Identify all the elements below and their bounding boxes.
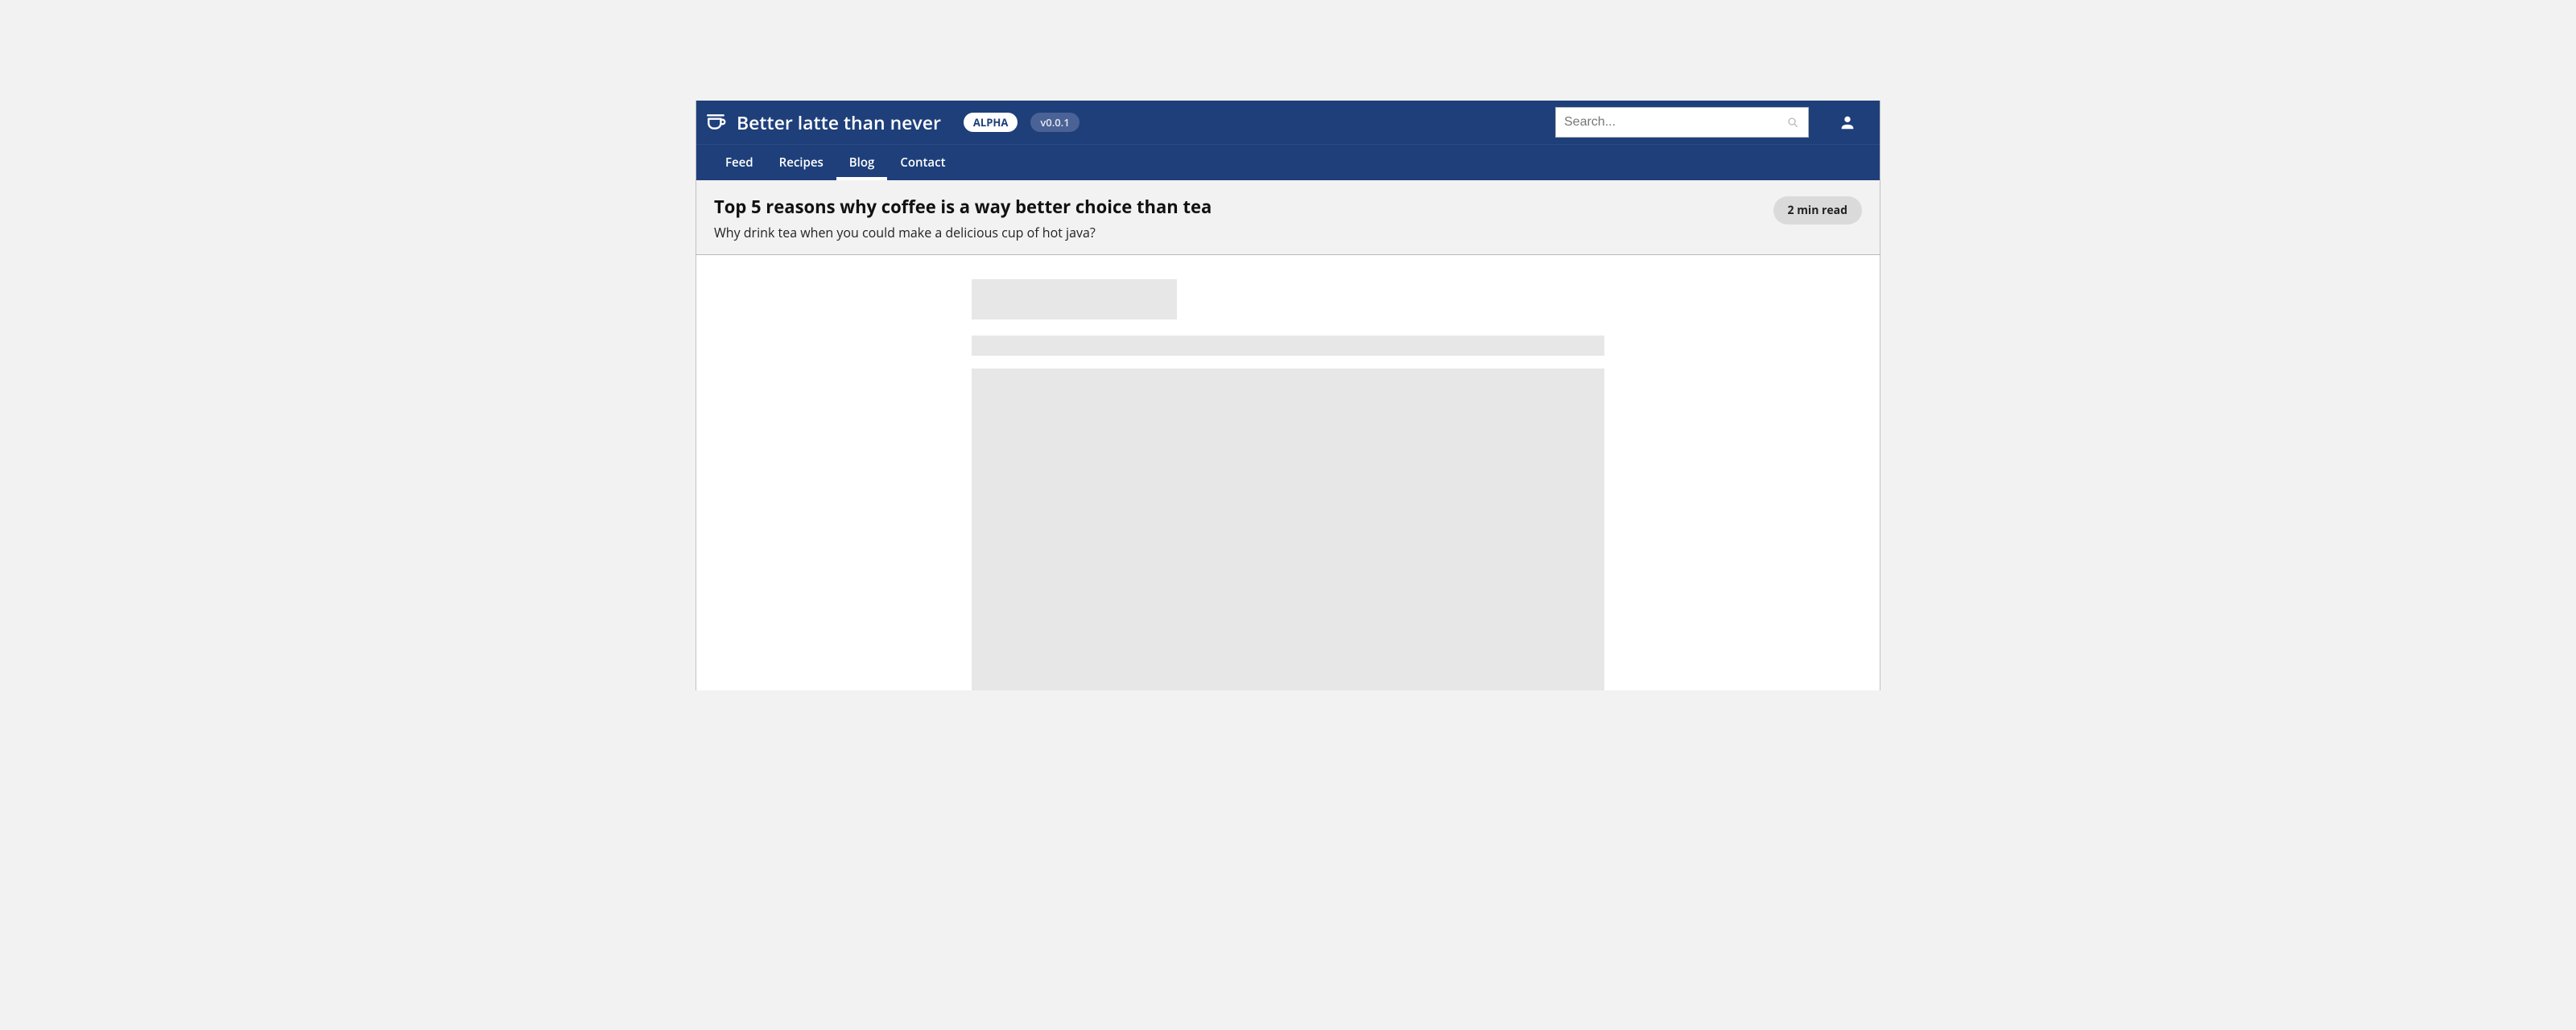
nav-label: Blog <box>849 154 875 171</box>
article-body <box>696 255 1880 690</box>
version-badge: v0.0.1 <box>1030 113 1079 132</box>
skeleton-heading <box>972 279 1177 319</box>
search-input[interactable] <box>1555 107 1809 138</box>
search-icon[interactable] <box>1783 113 1802 132</box>
nav-item-contact[interactable]: Contact <box>887 145 958 180</box>
skeleton-line <box>972 336 1604 356</box>
app-container: Better latte than never ALPHA v0.0.1 Fee… <box>696 101 1880 690</box>
search-wrap <box>1555 107 1809 138</box>
article-header-texts: Top 5 reasons why coffee is a way better… <box>714 195 1754 241</box>
logo-wrap[interactable]: Better latte than never <box>706 109 941 135</box>
account-button[interactable] <box>1831 106 1864 138</box>
nav-label: Contact <box>900 154 945 171</box>
nav-item-feed[interactable]: Feed <box>712 145 766 180</box>
article-title: Top 5 reasons why coffee is a way better… <box>714 195 1754 219</box>
content-wrap <box>972 279 1604 690</box>
nav-item-recipes[interactable]: Recipes <box>766 145 836 180</box>
coffee-cup-icon <box>706 112 727 133</box>
person-icon <box>1839 113 1856 131</box>
header-top-bar: Better latte than never ALPHA v0.0.1 <box>696 101 1880 145</box>
alpha-badge: ALPHA <box>964 113 1018 132</box>
nav-label: Recipes <box>779 154 824 171</box>
article-subtitle: Why drink tea when you could make a deli… <box>714 224 1754 241</box>
skeleton-block <box>972 369 1604 690</box>
nav-label: Feed <box>725 154 753 171</box>
read-time-badge: 2 min read <box>1773 196 1862 225</box>
header-nav: Feed Recipes Blog Contact <box>696 145 1880 180</box>
app-title: Better latte than never <box>737 109 941 135</box>
nav-item-blog[interactable]: Blog <box>836 145 888 180</box>
article-header: Top 5 reasons why coffee is a way better… <box>696 180 1880 255</box>
